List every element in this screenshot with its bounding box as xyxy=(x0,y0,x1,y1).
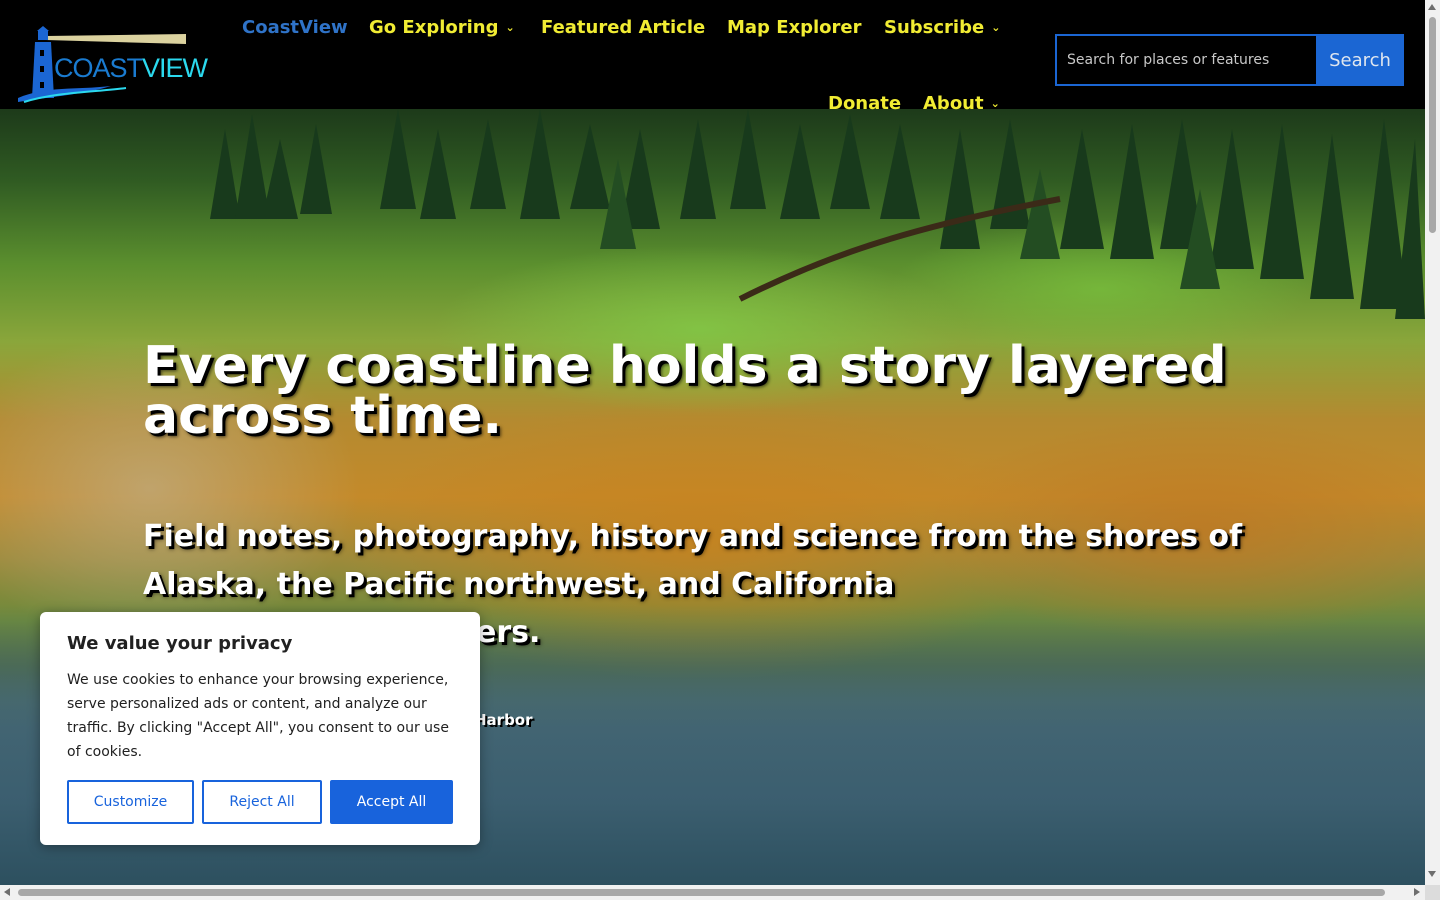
cookie-consent-banner: We value your privacy We use cookies to … xyxy=(40,612,480,845)
search-button[interactable]: Search xyxy=(1316,34,1404,86)
search-form: Search xyxy=(1055,34,1404,86)
hero-title: Every coastline holds a story layered ac… xyxy=(143,336,1227,446)
logo-text-coast: COAST xyxy=(54,53,143,83)
scroll-left-icon[interactable] xyxy=(4,888,10,896)
nav-coastview-label: CoastView xyxy=(242,17,348,38)
scroll-right-icon[interactable] xyxy=(1414,888,1420,896)
reject-all-button[interactable]: Reject All xyxy=(202,780,322,824)
vertical-scroll-thumb[interactable] xyxy=(1429,17,1436,233)
scroll-up-icon[interactable] xyxy=(1428,4,1436,10)
nav-go-exploring-label: Go Exploring xyxy=(369,17,499,38)
horizontal-scroll-thumb[interactable] xyxy=(18,889,1385,896)
nav-map-explorer-label: Map Explorer xyxy=(727,17,862,38)
hero-subtitle-text: Field notes, photography, history and sc… xyxy=(143,519,1243,602)
accept-all-button[interactable]: Accept All xyxy=(330,780,453,824)
chevron-down-icon: ⌄ xyxy=(990,97,1000,110)
nav-go-exploring[interactable]: Go Exploring ⌄ xyxy=(369,17,515,39)
cookie-actions: Customize Reject All Accept All xyxy=(67,780,453,824)
horizontal-scrollbar[interactable] xyxy=(0,885,1425,900)
chevron-down-icon: ⌄ xyxy=(991,21,1001,34)
nav-featured-article-label: Featured Article xyxy=(541,17,706,38)
customize-button[interactable]: Customize xyxy=(67,780,194,824)
nav-subscribe[interactable]: Subscribe ⌄ xyxy=(884,17,1000,39)
logo-text: COASTVIEW xyxy=(54,53,208,84)
nav-map-explorer[interactable]: Map Explorer xyxy=(727,17,862,39)
nav-about-label: About xyxy=(923,93,984,114)
hero-forest-image xyxy=(210,109,1425,319)
nav-featured-article[interactable]: Featured Article xyxy=(541,17,705,39)
photo-credit: Harbor xyxy=(474,711,533,729)
site-logo[interactable]: COASTVIEW xyxy=(16,26,208,104)
cookie-title: We value your privacy xyxy=(67,633,293,654)
nav-donate[interactable]: Donate xyxy=(828,93,901,115)
cookie-description: We use cookies to enhance your browsing … xyxy=(67,672,449,760)
nav-about[interactable]: About ⌄ xyxy=(923,93,1000,115)
scrollbar-corner xyxy=(1425,885,1440,900)
logo-text-view: VIEW xyxy=(142,53,208,83)
nav-donate-label: Donate xyxy=(828,93,902,114)
nav-coastview[interactable]: CoastView xyxy=(242,17,348,39)
chevron-down-icon: ⌄ xyxy=(505,21,515,34)
site-header: COASTVIEW CoastView Go Exploring ⌄ Featur… xyxy=(0,0,1425,114)
search-input[interactable] xyxy=(1055,34,1316,86)
nav-subscribe-label: Subscribe xyxy=(884,17,985,38)
vertical-scrollbar[interactable] xyxy=(1425,0,1440,885)
scroll-down-icon[interactable] xyxy=(1428,871,1436,877)
